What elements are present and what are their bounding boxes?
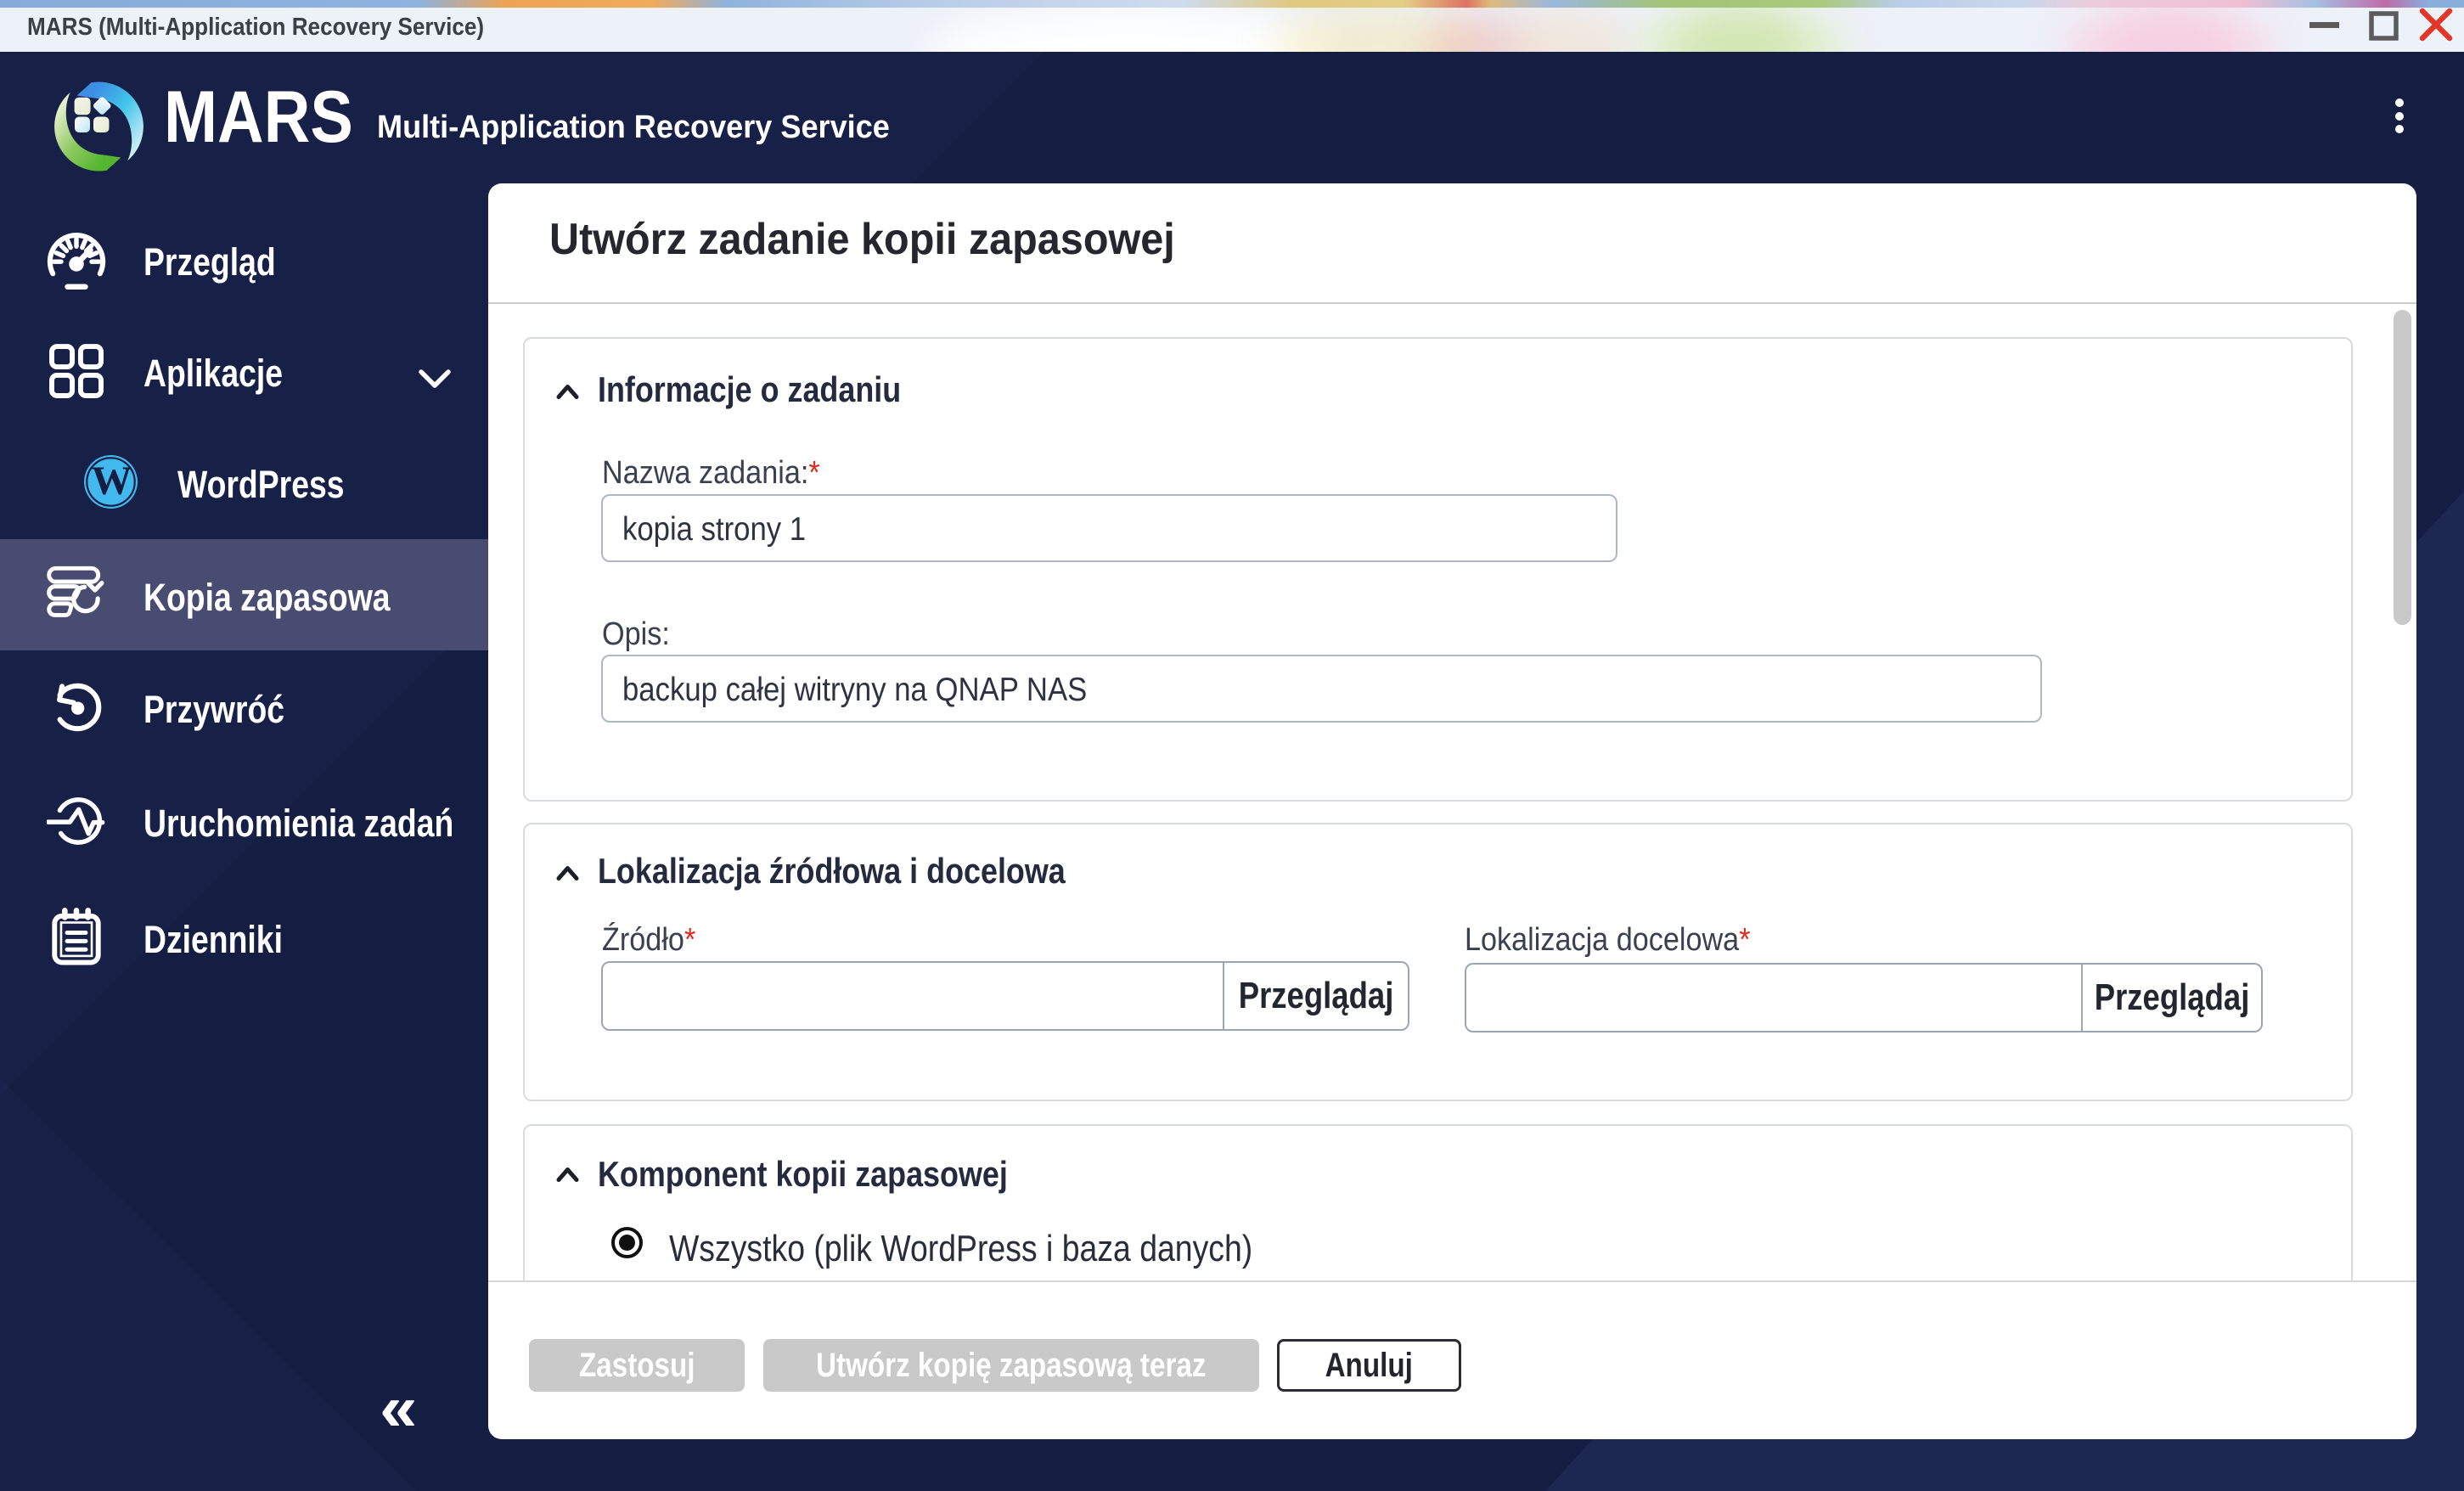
svg-text:W: W: [92, 459, 132, 504]
